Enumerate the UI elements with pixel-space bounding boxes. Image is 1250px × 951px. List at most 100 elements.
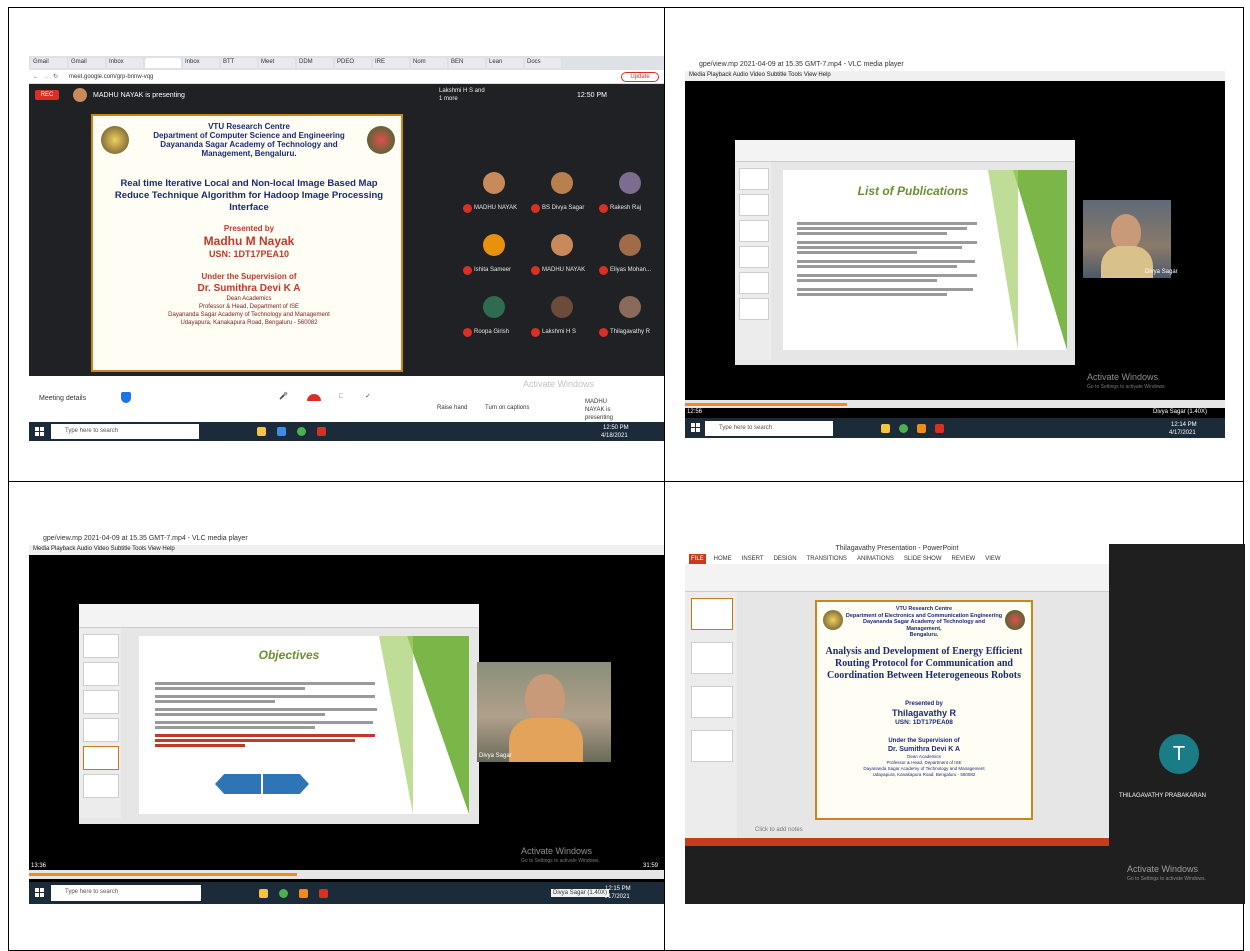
reload-icon[interactable]: ↻ <box>53 73 58 81</box>
ribbon-tab[interactable]: FILE <box>689 554 706 564</box>
participant-name: Rakesh Raj <box>610 205 642 211</box>
left-logo <box>101 126 129 154</box>
supervisor-role-1: Dean Academics <box>226 296 272 302</box>
mic-muted-icon <box>531 328 540 337</box>
windows-taskbar: Type here to search 12:14 PM 4/17/2021 <box>685 418 1225 438</box>
profile-update-button[interactable]: Update <box>621 72 659 82</box>
browser-tab[interactable]: BEN <box>449 58 485 68</box>
pdf-icon[interactable] <box>319 889 328 898</box>
pdf-icon[interactable] <box>317 427 326 436</box>
ribbon-tab[interactable]: VIEW <box>983 554 1002 564</box>
slide-arrow-left <box>215 774 261 794</box>
browser-tab[interactable]: BTT <box>221 58 257 68</box>
browser-tab[interactable]: Lean <box>487 58 523 68</box>
browser-tab[interactable]: Docs <box>525 58 561 68</box>
slide-academy-line: Dayananda Sagar Academy of Technology an… <box>160 140 338 149</box>
hangup-icon[interactable] <box>307 394 321 401</box>
supervisor-name: Dr. Sumithra Devi K A <box>887 746 961 753</box>
browser-tab[interactable]: Nom <box>411 58 447 68</box>
participant-avatar <box>483 172 505 194</box>
notes-placeholder[interactable]: Click to add notes <box>755 826 803 834</box>
explorer-icon[interactable] <box>881 424 890 433</box>
taskbar-search[interactable]: Type here to search <box>51 424 199 439</box>
chrome-icon[interactable] <box>279 889 288 898</box>
vlc-total-time: 31:59 <box>643 863 659 869</box>
participant-name: MADHU NAYAK <box>474 205 518 211</box>
activate-windows-sub: Go to Settings to activate Windows. <box>1087 384 1166 390</box>
mic-muted-icon <box>463 204 472 213</box>
captions-button[interactable]: Turn on captions <box>485 404 529 412</box>
chrome-icon[interactable] <box>899 424 908 433</box>
url-field[interactable]: meet.google.com/grp-bnnw-vqg <box>69 73 449 81</box>
browser-tab[interactable] <box>145 58 181 68</box>
taskbar-clock: 12:14 PM <box>1171 422 1197 428</box>
windows-start-icon[interactable] <box>35 427 44 436</box>
slide-thesis-title: Real time Iterative Local and Non-local … <box>114 178 384 213</box>
ppt-ribbon <box>735 140 1075 162</box>
activate-windows-watermark: Activate Windows <box>523 380 595 389</box>
presenting-banner: MADHU NAYAK is presenting <box>93 92 185 99</box>
browser-tab[interactable]: Inbox <box>107 58 143 68</box>
browser-toolbar: ← → ↻ meet.google.com/grp-bnnw-vqg Updat… <box>29 70 666 84</box>
ribbon-tab[interactable]: TRANSITIONS <box>805 554 849 564</box>
slide-dept-line: Department of Computer Science and Engin… <box>153 131 345 140</box>
vlc-icon[interactable] <box>917 424 926 433</box>
speaker-video: Divya Sagar <box>477 662 611 762</box>
vlc-menu-bar[interactable]: Media Playback Audio Video Subtitle Tool… <box>29 545 666 555</box>
ppt-ribbon <box>79 604 479 628</box>
ppt-ribbon <box>685 564 1109 592</box>
browser-tab[interactable]: IRE <box>373 58 409 68</box>
meeting-details-button[interactable]: Meeting details <box>39 394 86 403</box>
taskbar-search[interactable]: Type here to search <box>51 885 201 901</box>
supervisor-name: Dr. Sumithra Devi K A <box>197 283 301 294</box>
store-icon[interactable] <box>277 427 286 436</box>
shared-slide: VTU Research Centre Department of Comput… <box>91 114 403 372</box>
supervision-label: Under the Supervision of <box>888 738 960 744</box>
pdf-icon[interactable] <box>935 424 944 433</box>
explorer-icon[interactable] <box>259 889 268 898</box>
browser-tab[interactable]: PDEO <box>335 58 371 68</box>
quadrant-bottom-right: Thilagavathy Presentation - PowerPoint F… <box>664 481 1245 951</box>
vlc-screenshot-objectives: gpe/view.mp 2021-04-09 at 15.35 GMT-7.mp… <box>29 534 666 904</box>
participant-name: Roopa Girish <box>474 329 510 335</box>
vlc-seek-bar[interactable] <box>685 400 1225 408</box>
participant-grid: MADHU NAYAK BS Divya Sagar Rakesh Raj Ishit… <box>461 166 666 366</box>
taskbar-date: 4/18/2021 <box>601 433 628 439</box>
browser-tab[interactable]: Meet <box>259 58 295 68</box>
ribbon-tab[interactable]: ANIMATIONS <box>855 554 896 564</box>
taskbar-search[interactable]: Type here to search <box>705 421 833 436</box>
left-logo <box>823 610 843 630</box>
ribbon-tab[interactable]: REVIEW <box>950 554 978 564</box>
windows-start-icon[interactable] <box>691 423 700 432</box>
ribbon-tab[interactable]: INSERT <box>740 554 766 564</box>
browser-tab[interactable]: Gmail <box>69 58 105 68</box>
ribbon-tab[interactable]: SLIDE SHOW <box>902 554 944 564</box>
quadrant-top-right: gpe/view.mp 2021-04-09 at 15.35 GMT-7.mp… <box>664 7 1244 482</box>
raise-hand-button[interactable]: Raise hand <box>437 404 467 412</box>
presented-by-label: Presented by <box>223 224 275 233</box>
participant-avatar <box>483 234 505 256</box>
vlc-elapsed-time: 12:56 <box>687 409 703 415</box>
explorer-icon[interactable] <box>257 427 266 436</box>
vlc-menu-bar[interactable]: Media Playback Audio Video Subtitle Tool… <box>685 71 1225 81</box>
slide-city-line: Management, Bengaluru. <box>201 149 297 158</box>
ribbon-tab[interactable]: HOME <box>712 554 734 564</box>
forward-icon[interactable]: → <box>43 73 49 81</box>
mic-icon[interactable]: 🎤 <box>279 392 288 401</box>
participant-avatar <box>619 172 641 194</box>
back-icon[interactable]: ← <box>33 73 39 81</box>
browser-tab[interactable]: Gmail <box>31 58 67 68</box>
presenting-button[interactable]: MADHU NAYAK is presenting <box>585 398 625 422</box>
check-icon[interactable]: ✓ <box>365 392 371 401</box>
slide-title: List of Publications <box>857 184 969 198</box>
browser-tab[interactable]: DDM <box>297 58 333 68</box>
vlc-seek-bar[interactable] <box>29 870 666 879</box>
camera-icon[interactable]: □ <box>339 392 343 401</box>
participant-name: Lakshmi H S <box>542 329 577 335</box>
chrome-icon[interactable] <box>297 427 306 436</box>
windows-start-icon[interactable] <box>35 888 44 897</box>
ribbon-tab[interactable]: DESIGN <box>772 554 799 564</box>
browser-tab[interactable]: Inbox <box>183 58 219 68</box>
vlc-icon[interactable] <box>299 889 308 898</box>
speaker-label: Divya Sagar <box>479 753 512 759</box>
